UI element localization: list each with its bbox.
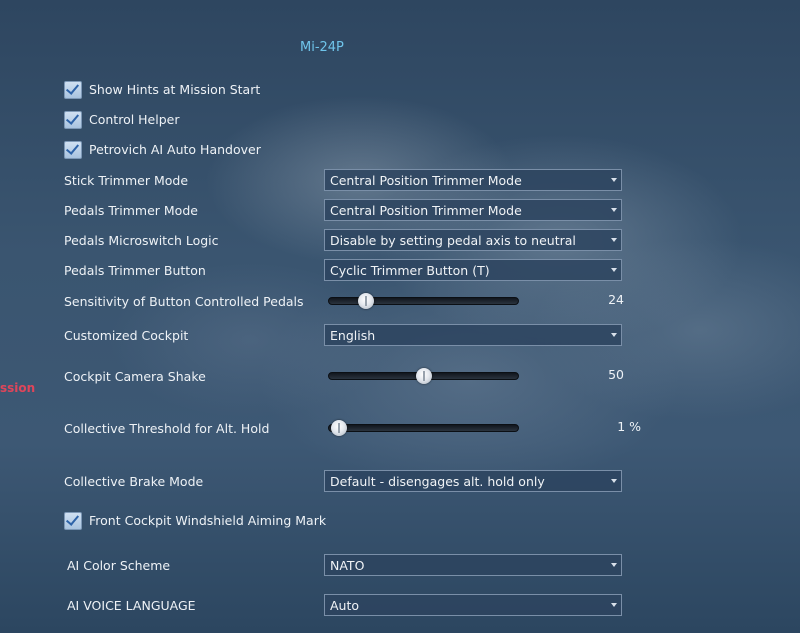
microswitch-select[interactable]: Disable by setting pedal axis to neutral: [324, 229, 622, 251]
brake-select[interactable]: Default - disengages alt. hold only: [324, 470, 622, 492]
petrovich-checkbox[interactable]: [64, 141, 82, 159]
trimmer-button-select[interactable]: Cyclic Trimmer Button (T): [324, 259, 622, 281]
trimmer-button-label: Pedals Trimmer Button: [64, 263, 206, 278]
cockpit-label: Customized Cockpit: [64, 328, 189, 343]
petrovich-label: Petrovich AI Auto Handover: [89, 142, 261, 157]
pedals-trimmer-row: Pedals Trimmer Mode Central Position Tri…: [0, 199, 800, 223]
pedal-sensitivity-row: Sensitivity of Button Controlled Pedals …: [0, 290, 800, 314]
collective-threshold-value: 1 %: [617, 419, 641, 434]
collective-threshold-label: Collective Threshold for Alt. Hold: [64, 421, 270, 436]
pedals-trimmer-select[interactable]: Central Position Trimmer Mode: [324, 199, 622, 221]
slider-thumb-icon[interactable]: [331, 420, 348, 436]
chevron-down-icon: [611, 238, 617, 242]
pedal-sensitivity-value: 24: [608, 292, 624, 307]
ai-color-row: AI Color Scheme NATO: [0, 554, 800, 578]
ai-color-select[interactable]: NATO: [324, 554, 622, 576]
camera-shake-row: Cockpit Camera Shake 50: [0, 365, 800, 389]
windshield-row[interactable]: Front Cockpit Windshield Aiming Mark: [0, 511, 800, 535]
show-hints-row[interactable]: Show Hints at Mission Start: [0, 80, 800, 104]
ai-voice-select[interactable]: Auto: [324, 594, 622, 616]
slider-thumb-icon[interactable]: [358, 293, 375, 309]
stick-trimmer-value: Central Position Trimmer Mode: [330, 173, 522, 188]
camera-shake-value: 50: [608, 367, 624, 382]
microswitch-value: Disable by setting pedal axis to neutral: [330, 233, 576, 248]
camera-shake-slider[interactable]: [328, 368, 519, 384]
camera-shake-label: Cockpit Camera Shake: [64, 369, 206, 384]
pedals-trimmer-value: Central Position Trimmer Mode: [330, 203, 522, 218]
ai-color-label: AI Color Scheme: [67, 558, 171, 573]
page-title: Mi-24P: [300, 40, 344, 55]
collective-threshold-row: Collective Threshold for Alt. Hold 1 %: [0, 417, 800, 441]
trimmer-button-row: Pedals Trimmer Button Cyclic Trimmer But…: [0, 259, 800, 283]
microswitch-label: Pedals Microswitch Logic: [64, 233, 219, 248]
brake-value: Default - disengages alt. hold only: [330, 474, 545, 489]
microswitch-row: Pedals Microswitch Logic Disable by sett…: [0, 229, 800, 253]
stick-trimmer-label: Stick Trimmer Mode: [64, 173, 189, 188]
slider-track: [328, 424, 519, 432]
ai-voice-row: AI VOICE LANGUAGE Auto: [0, 594, 800, 618]
slider-thumb-icon[interactable]: [415, 368, 432, 384]
windshield-checkbox[interactable]: [64, 512, 82, 530]
cockpit-row: Customized Cockpit English: [0, 324, 800, 348]
chevron-down-icon: [611, 563, 617, 567]
chevron-down-icon: [611, 333, 617, 337]
control-helper-checkbox[interactable]: [64, 111, 82, 129]
cockpit-value: English: [330, 328, 376, 343]
chevron-down-icon: [611, 268, 617, 272]
stick-trimmer-select[interactable]: Central Position Trimmer Mode: [324, 169, 622, 191]
slider-track: [328, 297, 519, 305]
petrovich-row[interactable]: Petrovich AI Auto Handover: [0, 140, 800, 164]
trimmer-button-value: Cyclic Trimmer Button (T): [330, 263, 490, 278]
show-hints-checkbox[interactable]: [64, 81, 82, 99]
show-hints-label: Show Hints at Mission Start: [89, 82, 261, 97]
stick-trimmer-row: Stick Trimmer Mode Central Position Trim…: [0, 169, 800, 193]
pedal-sensitivity-label: Sensitivity of Button Controlled Pedals: [64, 294, 304, 309]
brake-row: Collective Brake Mode Default - disengag…: [0, 470, 800, 494]
pedals-trimmer-label: Pedals Trimmer Mode: [64, 203, 198, 218]
ai-voice-label: AI VOICE LANGUAGE: [67, 598, 196, 613]
windshield-label: Front Cockpit Windshield Aiming Mark: [89, 513, 327, 528]
chevron-down-icon: [611, 208, 617, 212]
chevron-down-icon: [611, 178, 617, 182]
chevron-down-icon: [611, 603, 617, 607]
brake-label: Collective Brake Mode: [64, 474, 204, 489]
chevron-down-icon: [611, 479, 617, 483]
control-helper-row[interactable]: Control Helper: [0, 110, 800, 134]
pedal-sensitivity-slider[interactable]: [328, 293, 519, 309]
cockpit-select[interactable]: English: [324, 324, 622, 346]
collective-threshold-slider[interactable]: [328, 420, 519, 436]
control-helper-label: Control Helper: [89, 112, 180, 127]
ai-color-value: NATO: [330, 558, 365, 573]
ai-voice-value: Auto: [330, 598, 360, 613]
